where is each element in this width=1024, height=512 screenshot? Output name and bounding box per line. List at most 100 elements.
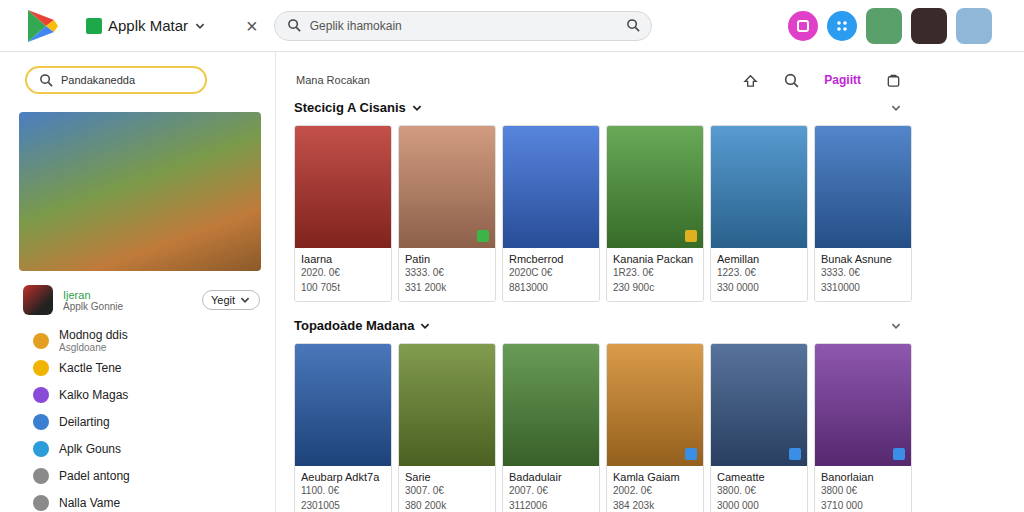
game-card[interactable]: Iaarna2020. 0€100 705t [294, 125, 392, 302]
sidebar-item-sublabel: Asgldoane [59, 342, 128, 353]
game-name: Sarie [405, 471, 489, 483]
game-count: 384 203k [613, 498, 697, 512]
game-name: Patin [405, 253, 489, 265]
sidebar-item[interactable]: Modnog ddisAsgldoane [19, 327, 260, 354]
category-icon [33, 414, 49, 430]
game-card[interactable]: Badadulair2007. 0€3112006 [502, 343, 600, 512]
category-icon [33, 360, 49, 376]
app-name: Applk Matar [108, 17, 188, 34]
game-card[interactable]: Aeubarp Adkt7a1100. 0€2301005 [294, 343, 392, 512]
game-art [607, 126, 703, 248]
game-price: 2020. 0€ [301, 265, 385, 280]
game-card[interactable]: Bunak Asnune3333. 0€3310000 [814, 125, 912, 302]
sidebar-item[interactable]: Nalla Vame [19, 489, 260, 512]
game-section: Stecicig A Cisanis Iaarna2020. 0€100 705t… [294, 100, 906, 302]
game-name: Bunak Asnune [821, 253, 905, 265]
avatar[interactable] [911, 8, 947, 44]
sidebar-item-label: Modnog ddis [59, 328, 128, 342]
share-icon[interactable] [742, 72, 759, 89]
game-art [711, 126, 807, 248]
category-icon [33, 441, 49, 457]
game-price: 3800. 0€ [717, 483, 801, 498]
app-switcher[interactable]: Applk Matar [86, 17, 206, 34]
sidebar-item[interactable]: Padel antong [19, 462, 260, 489]
category-icon [33, 468, 49, 484]
game-count: 2301005 [301, 498, 385, 512]
featured-app-name: Ijeran [63, 289, 192, 301]
avatar[interactable] [866, 8, 902, 44]
game-count: 3310000 [821, 280, 905, 295]
sidebar-item-label: Kactle Tene [59, 361, 122, 375]
game-card[interactable]: Rmcberrod2020C 0€8813000 [502, 125, 600, 302]
square-icon [797, 20, 809, 32]
badge-icon [685, 448, 697, 460]
featured-app-developer: Applk Gonnie [63, 301, 192, 312]
game-art [607, 344, 703, 466]
game-card[interactable]: Sarie3007. 0€380 200k [398, 343, 496, 512]
game-name: Kanania Packan [613, 253, 697, 265]
game-count: 3710 000 [821, 498, 905, 512]
main-header: Mana Rocakan Pagiitt [294, 66, 908, 90]
game-section: Topadoàde Madana Aeubarp Adkt7a1100. 0€23… [294, 318, 906, 512]
game-card[interactable]: Kamla Gaiam2002. 0€384 203k [606, 343, 704, 512]
game-count: 331 200k [405, 280, 489, 295]
library-button[interactable] [788, 11, 818, 41]
featured-banner[interactable] [19, 112, 261, 271]
game-card[interactable]: Banorlaian3800 0€3710 000 [814, 343, 912, 512]
game-count: 8813000 [509, 280, 593, 295]
game-name: Iaarna [301, 253, 385, 265]
game-price: 2007. 0€ [509, 483, 593, 498]
top-bar: Applk Matar × Geplik ihamokain [0, 0, 1024, 52]
sidebar: Pandakanedda IjeranApplk Gonnie Yegit Modno… [0, 52, 276, 512]
game-card[interactable]: Patin3333. 0€331 200k [398, 125, 496, 302]
sidebar-item[interactable]: Kalko Magas [19, 381, 260, 408]
search-field[interactable]: Geplik ihamokain [274, 11, 652, 41]
featured-app-icon [23, 285, 53, 315]
main-content: Mana Rocakan Pagiitt Stecicig A Cisanis Iaa… [276, 52, 1024, 512]
section-title[interactable]: Stecicig A Cisanis [294, 100, 423, 115]
game-price: 3007. 0€ [405, 483, 489, 498]
card-row: Iaarna2020. 0€100 705tPatin3333. 0€331 2… [294, 125, 906, 302]
main-action-link[interactable]: Pagiitt [824, 73, 861, 87]
chevron-down-icon[interactable] [890, 102, 902, 114]
chevron-down-icon[interactable] [890, 320, 902, 332]
main-title: Mana Rocakan [296, 74, 370, 86]
sidebar-item[interactable]: Deilarting [19, 408, 260, 435]
chevron-down-icon [239, 294, 251, 306]
game-price: 2020C 0€ [509, 265, 593, 280]
category-icon [33, 387, 49, 403]
sidebar-search-field[interactable]: Pandakanedda [25, 66, 207, 94]
sidebar-item[interactable]: Kactle Tene [19, 354, 260, 381]
featured-app[interactable]: IjeranApplk Gonnie Yegit [19, 285, 260, 315]
game-count: 230 900c [613, 280, 697, 295]
bag-icon[interactable] [885, 72, 902, 89]
play-store-logo-icon[interactable] [24, 8, 60, 44]
close-button[interactable]: × [242, 16, 262, 36]
game-card[interactable]: Cameatte3800. 0€3000 000 [710, 343, 808, 512]
search-icon[interactable] [783, 72, 800, 89]
game-price: 3333. 0€ [405, 265, 489, 280]
avatar[interactable] [956, 8, 992, 44]
game-count: 380 200k [405, 498, 489, 512]
chevron-down-icon [194, 20, 206, 32]
game-art [503, 126, 599, 248]
game-count: 100 705t [301, 280, 385, 295]
game-card[interactable]: Aemillan1223. 0€330 0000 [710, 125, 808, 302]
game-price: 2002. 0€ [613, 483, 697, 498]
sidebar-item-label: Aplk Gouns [59, 442, 121, 456]
game-card[interactable]: Kanania Packan1R23. 0€230 900c [606, 125, 704, 302]
category-icon [33, 495, 49, 511]
category-icon [33, 333, 49, 349]
search-icon[interactable] [626, 18, 641, 33]
sidebar-item[interactable]: Aplk Gouns [19, 435, 260, 462]
chevron-down-icon [419, 320, 431, 332]
get-button[interactable]: Yegit [202, 290, 260, 310]
sidebar-search-placeholder: Pandakanedda [61, 74, 135, 86]
section-title[interactable]: Topadoàde Madana [294, 318, 431, 333]
card-row: Aeubarp Adkt7a1100. 0€2301005Sarie3007. … [294, 343, 906, 512]
apps-button[interactable] [827, 11, 857, 41]
sidebar-item-label: Kalko Magas [59, 388, 128, 402]
dots-icon [834, 18, 850, 34]
game-name: Banorlaian [821, 471, 905, 483]
game-art [295, 126, 391, 248]
